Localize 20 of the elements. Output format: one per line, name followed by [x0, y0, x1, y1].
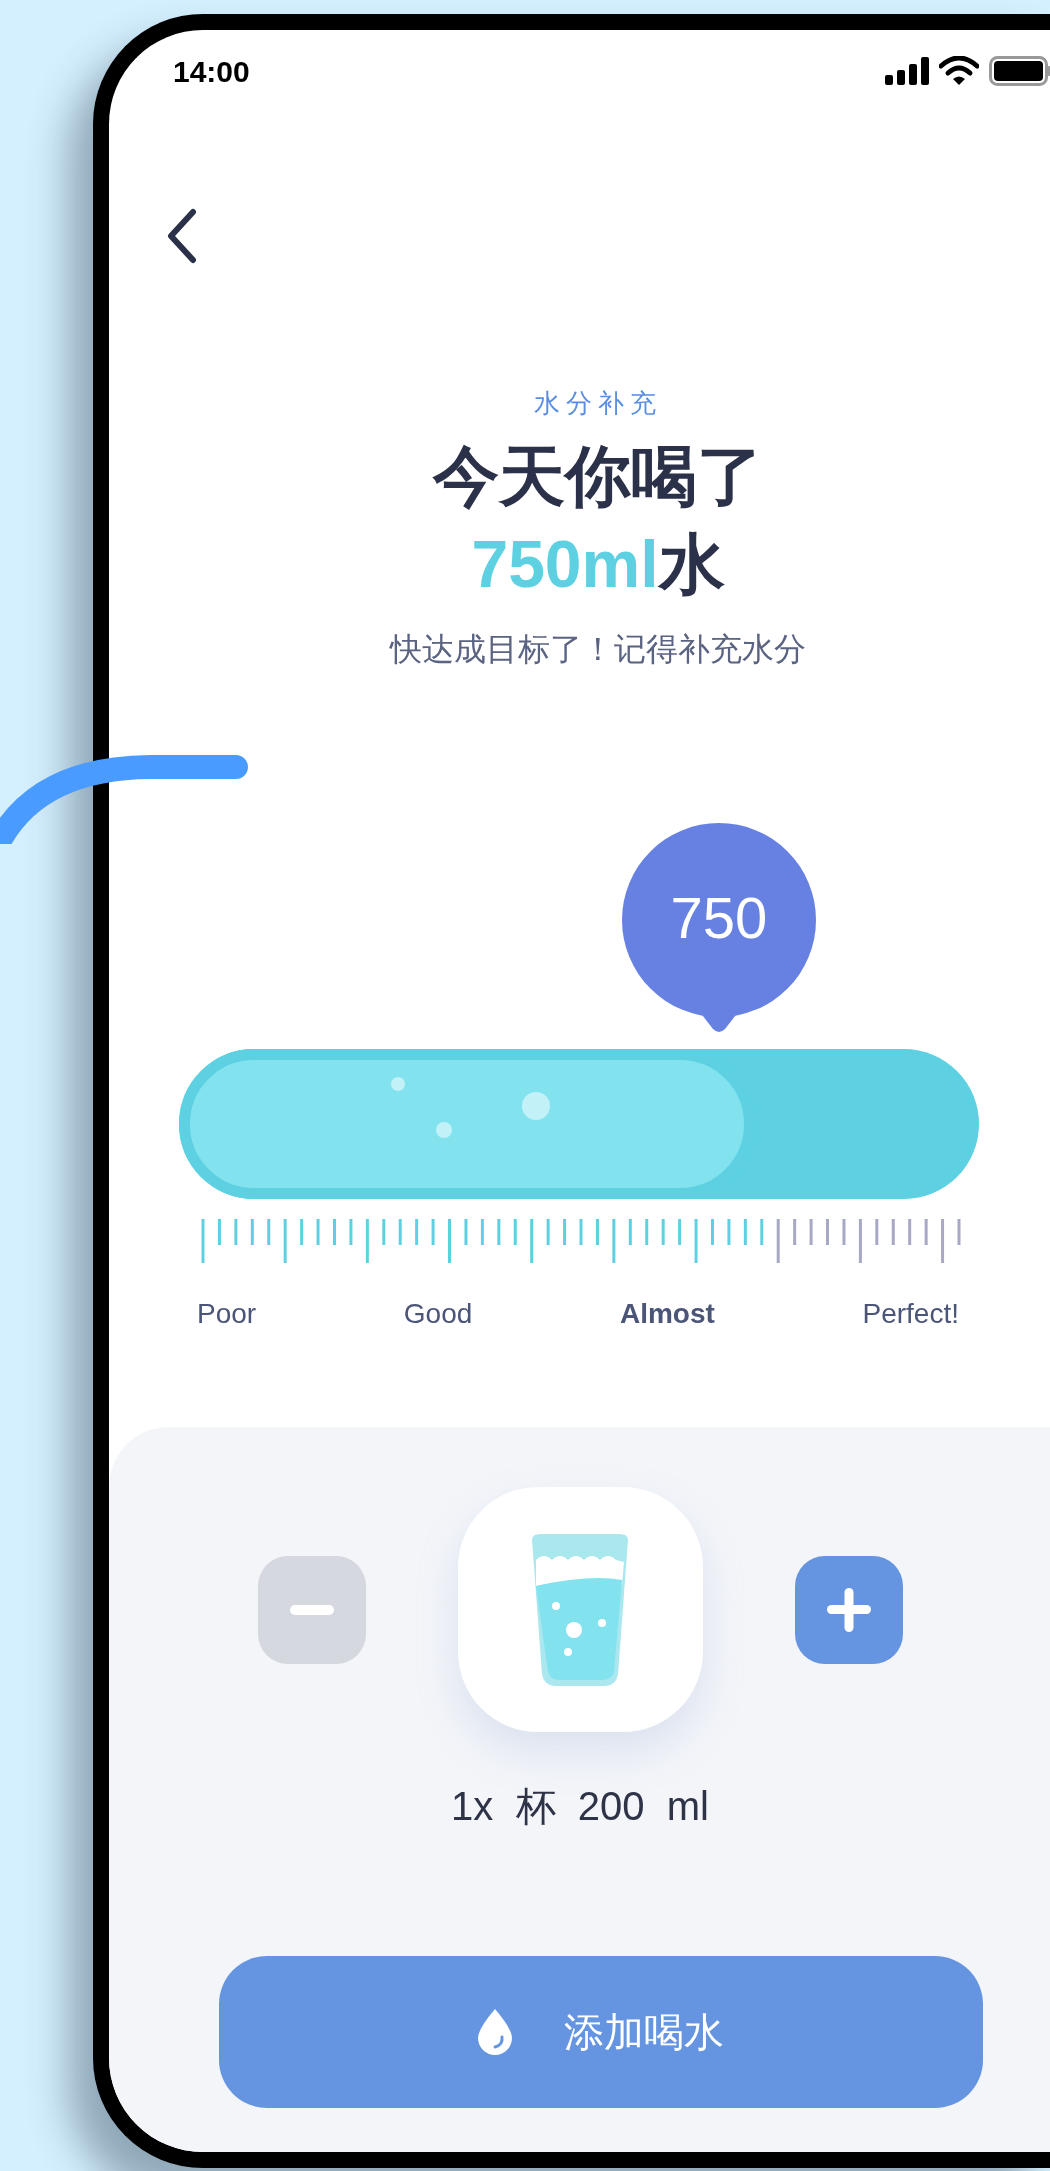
eyebrow-label: 水分补充	[534, 387, 662, 420]
level-label: Poor	[197, 1297, 257, 1331]
back-icon[interactable]	[165, 208, 197, 264]
value-bubble: 750	[622, 823, 816, 1017]
level-label: Good	[403, 1297, 473, 1331]
plus-icon	[826, 1587, 871, 1632]
portion-label: 1x 杯 200 ml	[451, 1783, 709, 1830]
signal-icon	[885, 57, 929, 85]
minus-icon	[289, 1604, 334, 1615]
headline: 今天你喝了	[433, 438, 763, 515]
water-drop-icon	[478, 2009, 512, 2055]
level-label: Perfect!	[862, 1297, 959, 1331]
amount-headline: 750ml水	[471, 526, 725, 603]
status-time: 14:00	[173, 53, 250, 90]
water-glass-icon	[530, 1533, 630, 1686]
subtitle: 快达成目标了！记得补充水分	[390, 630, 806, 669]
plus-button[interactable]	[794, 1555, 903, 1664]
wifi-icon	[939, 56, 979, 86]
level-label: Almost	[619, 1297, 715, 1331]
add-water-button[interactable]: 添加喝水	[219, 1956, 983, 2108]
